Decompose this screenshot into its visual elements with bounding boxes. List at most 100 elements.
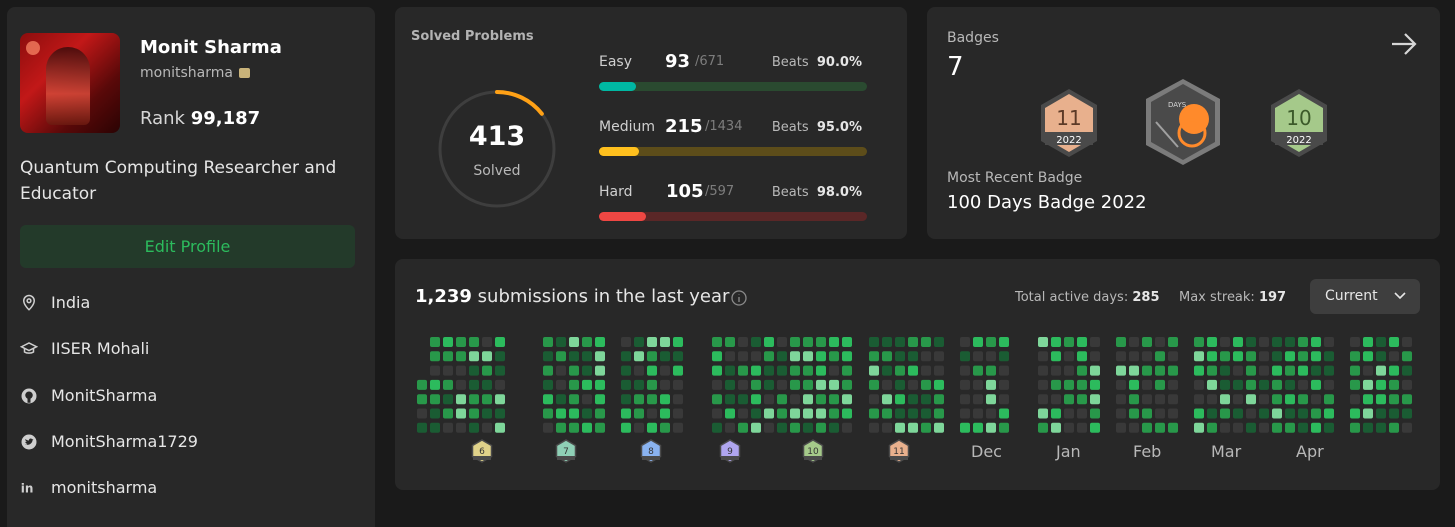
heatmap-cell[interactable] [738, 422, 748, 433]
heatmap-cell[interactable] [482, 337, 492, 347]
heatmap-cell[interactable] [908, 337, 918, 347]
heatmap-cell[interactable] [764, 365, 774, 376]
heatmap-cell[interactable] [1324, 351, 1334, 362]
heatmap-cell[interactable] [1064, 394, 1074, 405]
heatmap-cell[interactable] [842, 379, 852, 390]
heatmap-cell[interactable] [1077, 394, 1087, 405]
heatmap-cell[interactable] [1038, 379, 1048, 390]
heatmap-cell[interactable] [1142, 422, 1152, 433]
heatmap-cell[interactable] [621, 394, 631, 405]
heatmap-cell[interactable] [1064, 408, 1074, 419]
heatmap-cell[interactable] [1285, 394, 1295, 405]
heatmap-cell[interactable] [1051, 337, 1061, 347]
heatmap-cell[interactable] [647, 408, 657, 419]
heatmap-cell[interactable] [1194, 408, 1204, 419]
heatmap-cell[interactable] [1350, 394, 1360, 405]
heatmap-cell[interactable] [882, 379, 892, 390]
heatmap-cell[interactable] [829, 422, 839, 433]
linkedin-link[interactable]: monitsharma [51, 476, 157, 500]
heatmap-cell[interactable] [417, 379, 427, 390]
heatmap-cell[interactable] [816, 422, 826, 433]
heatmap-cell[interactable] [1350, 365, 1360, 376]
heatmap-cell[interactable] [1402, 394, 1412, 405]
heatmap-cell[interactable] [456, 394, 466, 405]
heatmap-cell[interactable] [777, 365, 787, 376]
heatmap-cell[interactable] [1298, 337, 1308, 347]
heatmap-cell[interactable] [895, 394, 905, 405]
heatmap-cell[interactable] [934, 379, 944, 390]
heatmap-cell[interactable] [582, 379, 592, 390]
info-icon[interactable] [731, 290, 747, 306]
heatmap-cell[interactable] [973, 394, 983, 405]
heatmap-cell[interactable] [725, 351, 735, 362]
heatmap-cell[interactable] [1168, 351, 1178, 362]
month-badge-6-icon[interactable]: 6 [471, 439, 493, 463]
heatmap-cell[interactable] [1116, 408, 1126, 419]
heatmap-cell[interactable] [1116, 365, 1126, 376]
heatmap-cell[interactable] [595, 422, 605, 433]
heatmap-cell[interactable] [764, 422, 774, 433]
heatmap-cell[interactable] [1090, 422, 1100, 433]
heatmap-cell[interactable] [673, 365, 683, 376]
heatmap-cell[interactable] [1350, 408, 1360, 419]
heatmap-cell[interactable] [777, 379, 787, 390]
heatmap-cell[interactable] [595, 394, 605, 405]
heatmap-cell[interactable] [1090, 394, 1100, 405]
heatmap-cell[interactable] [582, 351, 592, 362]
heatmap-cell[interactable] [921, 351, 931, 362]
heatmap-cell[interactable] [1168, 379, 1178, 390]
heatmap-cell[interactable] [934, 337, 944, 347]
heatmap-cell[interactable] [1090, 337, 1100, 347]
heatmap-cell[interactable] [712, 394, 722, 405]
heatmap-cell[interactable] [443, 379, 453, 390]
heatmap-cell[interactable] [842, 408, 852, 419]
heatmap-cell[interactable] [556, 337, 566, 347]
heatmap-cell[interactable] [803, 365, 813, 376]
heatmap-cell[interactable] [1402, 351, 1412, 362]
heatmap-cell[interactable] [1142, 408, 1152, 419]
heatmap-cell[interactable] [725, 337, 735, 347]
heatmap-cell[interactable] [1051, 365, 1061, 376]
heatmap-cell[interactable] [751, 408, 761, 419]
heatmap-cell[interactable] [1194, 351, 1204, 362]
heatmap-cell[interactable] [790, 408, 800, 419]
heatmap-cell[interactable] [1168, 337, 1178, 347]
heatmap-cell[interactable] [751, 351, 761, 362]
heatmap-cell[interactable] [621, 379, 631, 390]
heatmap-cell[interactable] [647, 365, 657, 376]
heatmap-cell[interactable] [495, 365, 505, 376]
heatmap-cell[interactable] [934, 408, 944, 419]
heatmap-cell[interactable] [1155, 351, 1165, 362]
heatmap-cell[interactable] [1155, 408, 1165, 419]
heatmap-cell[interactable] [790, 379, 800, 390]
heatmap-cell[interactable] [456, 408, 466, 419]
heatmap-cell[interactable] [999, 408, 1009, 419]
heatmap-cell[interactable] [621, 365, 631, 376]
heatmap-cell[interactable] [829, 408, 839, 419]
heatmap-cell[interactable] [842, 337, 852, 347]
heatmap-cell[interactable] [1324, 422, 1334, 433]
heatmap-cell[interactable] [1389, 337, 1399, 347]
heatmap-cell[interactable] [673, 337, 683, 347]
heatmap-cell[interactable] [777, 408, 787, 419]
heatmap-cell[interactable] [1207, 422, 1217, 433]
heatmap-cell[interactable] [986, 394, 996, 405]
heatmap-cell[interactable] [738, 351, 748, 362]
heatmap-cell[interactable] [1311, 379, 1321, 390]
heatmap-cell[interactable] [908, 379, 918, 390]
heatmap-cell[interactable] [1051, 351, 1061, 362]
heatmap-cell[interactable] [895, 351, 905, 362]
heatmap-cell[interactable] [1402, 337, 1412, 347]
heatmap-cell[interactable] [1064, 351, 1074, 362]
heatmap-cell[interactable] [986, 351, 996, 362]
heatmap-cell[interactable] [543, 351, 553, 362]
heatmap-cell[interactable] [1259, 351, 1269, 362]
heatmap-cell[interactable] [1090, 379, 1100, 390]
heatmap-cell[interactable] [882, 337, 892, 347]
heatmap-cell[interactable] [582, 408, 592, 419]
heatmap-cell[interactable] [1207, 365, 1217, 376]
heatmap-cell[interactable] [973, 422, 983, 433]
heatmap-cell[interactable] [712, 365, 722, 376]
heatmap-cell[interactable] [1129, 337, 1139, 347]
heatmap-cell[interactable] [803, 422, 813, 433]
